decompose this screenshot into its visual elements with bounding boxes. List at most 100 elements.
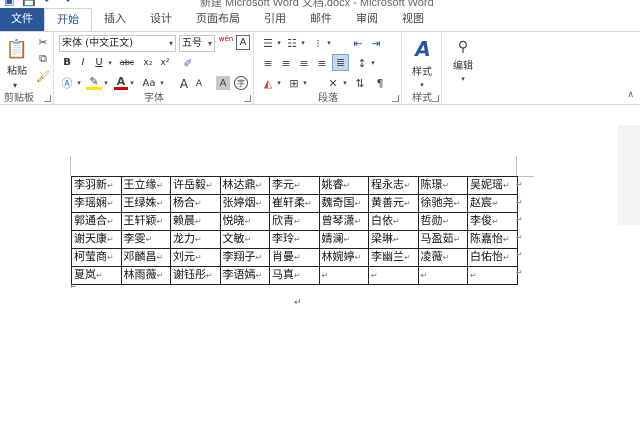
table-cell[interactable]: 肖曼↵ (269, 248, 320, 267)
justify-icon[interactable]: ≡ (315, 56, 329, 70)
table-row[interactable]: 郭通合↵ 王轩颖↵ 赖晨↵ 悦晓↵ 欣青↵ 曾琴潇↵ 白依↵ 哲勋↵ 李俊↵ (71, 212, 518, 231)
table-cell[interactable]: 凌薇↵ (417, 248, 468, 267)
clipboard-launcher-icon[interactable] (44, 95, 51, 102)
chinese-layout-icon[interactable]: ✕ (325, 76, 341, 90)
superscript-button[interactable]: x² (158, 55, 172, 71)
redo-icon[interactable]: ↷ (61, 0, 70, 7)
table-cell[interactable]: 林雨薇↵ (120, 266, 171, 285)
binoculars-icon[interactable]: ⚲ (453, 36, 473, 58)
decrease-indent-icon[interactable]: ⇤ (351, 36, 365, 50)
shading-icon[interactable]: ◭ (261, 76, 275, 90)
table-cell[interactable]: ↵ (417, 266, 468, 285)
tab-design[interactable]: 设计 (138, 8, 184, 31)
table-cell[interactable]: ↵ (368, 266, 419, 285)
table-cell[interactable]: 姚睿↵ (318, 176, 369, 195)
table-cell[interactable]: 白佑怡↵ (467, 248, 518, 267)
table-cell[interactable]: 婧澜↵ (318, 230, 369, 249)
undo-icon[interactable]: ↶ (44, 0, 53, 7)
line-spacing-icon[interactable]: ↕ (355, 56, 369, 70)
save-icon[interactable]: 💾 (22, 0, 36, 7)
text-effects-icon[interactable]: Ⓐ (59, 76, 75, 90)
chevron-down-icon[interactable]: ▾ (301, 78, 309, 88)
table-cell[interactable]: 程永志↵ (368, 176, 419, 195)
bold-button[interactable]: B (61, 55, 73, 71)
chevron-down-icon[interactable]: ▾ (369, 58, 377, 68)
table-cell[interactable]: 赖晨↵ (170, 212, 221, 231)
tab-insert[interactable]: 插入 (92, 8, 138, 31)
format-painter-icon[interactable]: 🖌 (36, 69, 50, 83)
subscript-button[interactable]: x₂ (141, 55, 155, 71)
increase-indent-icon[interactable]: ⇥ (369, 36, 383, 50)
align-left-icon[interactable]: ≡ (261, 56, 275, 70)
table-cell[interactable]: 李元↵ (269, 176, 320, 195)
table-cell[interactable]: 马真↵ (269, 266, 320, 285)
chevron-down-icon[interactable]: ▾ (275, 78, 283, 88)
character-border-button[interactable]: A (236, 35, 250, 50)
tab-mailings[interactable]: 邮件 (298, 8, 344, 31)
table-cell[interactable]: 李翔子↵ (219, 248, 270, 267)
show-marks-icon[interactable]: ¶ (373, 76, 387, 90)
table-row[interactable]: 夏岚↵ 林雨薇↵ 谢钰彤↵ 李语嫣↵ 马真↵ ↵ ↵ ↵ ↵ (71, 266, 518, 285)
table-cell[interactable]: 李俊↵ (467, 212, 518, 231)
word-icon[interactable]: ▣ (4, 0, 14, 7)
italic-button[interactable]: I (77, 55, 89, 71)
bullets-icon[interactable]: ☰ (261, 36, 275, 50)
table-cell[interactable]: 林达鼎↵ (219, 176, 270, 195)
table-cell[interactable]: 哲勋↵ (417, 212, 468, 231)
table-cell[interactable]: 李语嫣↵ (219, 266, 270, 285)
table-cell[interactable]: 曾琴潇↵ (318, 212, 369, 231)
table-cell[interactable]: ↵ (467, 266, 518, 285)
phonetic-guide-button[interactable]: wén (218, 35, 234, 51)
distributed-align-icon[interactable]: ≣ (332, 54, 349, 71)
sort-icon[interactable]: ⇅ (353, 76, 367, 90)
table-cell[interactable]: 悦晓↵ (219, 212, 270, 231)
paste-button[interactable]: 粘贴 (2, 64, 32, 80)
numbering-icon[interactable]: ☷ (285, 36, 299, 50)
table-cell[interactable]: 魏奇国↵ (318, 194, 369, 213)
table-cell[interactable]: 郭通合↵ (71, 212, 122, 231)
chevron-down-icon[interactable]: ▾ (158, 78, 166, 88)
styles-icon[interactable]: A (411, 36, 435, 62)
font-size-select[interactable]: 五号 ▾ (179, 35, 215, 52)
table-cell[interactable]: 谢钰彤↵ (170, 266, 221, 285)
table-cell[interactable]: 谢天康↵ (71, 230, 122, 249)
tab-review[interactable]: 审阅 (344, 8, 390, 31)
table-row[interactable]: 李羽新↵ 王立缘↵ 许岳毅↵ 林达鼎↵ 李元↵ 姚睿↵ 程永志↵ 陈璟↵ 吴妮瑶↵ (71, 176, 518, 195)
table-cell[interactable]: 吴妮瑶↵ (467, 176, 518, 195)
table-cell[interactable]: 马盈茹↵ (417, 230, 468, 249)
highlight-color-icon[interactable]: ✎ (86, 75, 102, 90)
table-cell[interactable]: 王立缘↵ (120, 176, 171, 195)
cut-icon[interactable]: ✂ (36, 35, 50, 49)
table-cell[interactable]: 陈璟↵ (417, 176, 468, 195)
chevron-down-icon[interactable]: ▾ (341, 78, 349, 88)
clear-formatting-icon[interactable]: ✐ (181, 56, 195, 70)
table-cell[interactable]: 林婉婷↵ (318, 248, 369, 267)
table-cell[interactable]: 徐驰尧↵ (417, 194, 468, 213)
table-cell[interactable]: 梁琳↵ (368, 230, 419, 249)
table-row[interactable]: 谢天康↵ 李雯↵ 龙力↵ 文敏↵ 李玲↵ 婧澜↵ 梁琳↵ 马盈茹↵ 陈嘉怡↵ (71, 230, 518, 249)
chevron-down-icon[interactable]: ▾ (458, 74, 468, 84)
paragraph-launcher-icon[interactable] (392, 95, 399, 102)
chevron-down-icon[interactable]: ▾ (102, 78, 110, 88)
chevron-down-icon[interactable]: ▾ (75, 78, 83, 88)
paste-icon[interactable]: 📋 (6, 36, 28, 62)
editing-button[interactable]: 编辑 (445, 59, 481, 75)
enclose-characters-icon[interactable]: 字 (234, 76, 248, 90)
tab-references[interactable]: 引用 (252, 8, 298, 31)
table-cell[interactable]: 欣青↵ (269, 212, 320, 231)
chevron-down-icon[interactable]: ▾ (299, 38, 307, 48)
table-cell[interactable]: 陈嘉怡↵ (467, 230, 518, 249)
table-cell[interactable]: 夏岚↵ (71, 266, 122, 285)
tab-view[interactable]: 视图 (390, 8, 436, 31)
table-cell[interactable]: 文敏↵ (219, 230, 270, 249)
table-cell[interactable]: 刘元↵ (170, 248, 221, 267)
table-cell[interactable]: 崔轩柔↵ (269, 194, 320, 213)
table-cell[interactable]: 李幽兰↵ (368, 248, 419, 267)
table-cell[interactable]: 王绿姝↵ (120, 194, 171, 213)
tab-file[interactable]: 文件 (0, 8, 44, 31)
table-cell[interactable]: 张婷烟↵ (219, 194, 270, 213)
table-cell[interactable]: 李瑶娴↵ (71, 194, 122, 213)
tab-home[interactable]: 开始 (44, 8, 92, 31)
copy-icon[interactable]: ⧉ (36, 52, 50, 66)
table-cell[interactable]: ↵ (318, 266, 369, 285)
